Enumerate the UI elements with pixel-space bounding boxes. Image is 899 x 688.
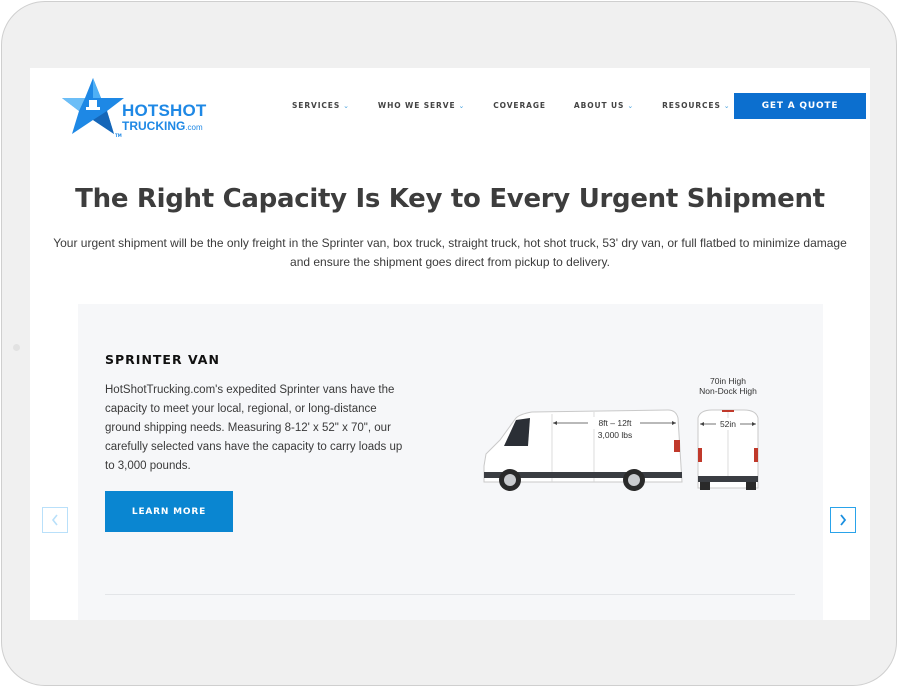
height-label-line2: Non-Dock High xyxy=(699,386,757,396)
width-label: 52in xyxy=(719,419,737,429)
length-label: 8ft – 12ft xyxy=(598,418,632,428)
page-title: The Right Capacity Is Key to Every Urgen… xyxy=(75,184,825,214)
star-logo-icon xyxy=(62,78,124,134)
learn-more-button[interactable]: LEARN MORE xyxy=(105,491,233,532)
carousel-prev-button[interactable] xyxy=(42,507,68,533)
logo-wordmark: HOTSHOT TRUCKING.com xyxy=(122,102,207,132)
logo-line2: TRUCKING.com xyxy=(122,120,207,132)
chevron-down-icon: ⌄ xyxy=(627,101,635,110)
height-label: 70in High Non-Dock High xyxy=(688,376,768,396)
site-logo[interactable]: TM HOTSHOT TRUCKING.com xyxy=(62,78,222,138)
nav-item-resources[interactable]: RESOURCES ⌄ xyxy=(662,101,730,110)
slide-divider xyxy=(105,594,795,595)
nav-item-services[interactable]: SERVICES ⌄ xyxy=(292,101,350,110)
sprinter-van-image: 8ft – 12ft 3,000 lbs 52in 70in High Non-… xyxy=(482,376,772,508)
van-illustration xyxy=(483,409,759,491)
logo-line2-text: TRUCKING xyxy=(122,119,186,133)
slide-title: SPRINTER VAN xyxy=(105,352,220,367)
chevron-down-icon: ⌄ xyxy=(458,101,466,110)
nav-label: SERVICES xyxy=(292,101,341,110)
carousel-slide: SPRINTER VAN HotShotTrucking.com's exped… xyxy=(78,304,823,620)
nav-item-coverage[interactable]: COVERAGE xyxy=(493,101,546,110)
logo-line1: HOTSHOT xyxy=(122,101,207,120)
chevron-right-icon xyxy=(840,514,847,526)
hero-subtitle: Your urgent shipment will be the only fr… xyxy=(50,234,850,272)
chevron-left-icon xyxy=(51,514,58,526)
nav-item-who-we-serve[interactable]: WHO WE SERVE ⌄ xyxy=(378,101,465,110)
slide-description: HotShotTrucking.com's expedited Sprinter… xyxy=(105,384,403,472)
chevron-down-icon: ⌄ xyxy=(723,101,731,110)
nav-label: WHO WE SERVE xyxy=(377,101,456,110)
browser-viewport: TM HOTSHOT TRUCKING.com SERVICES ⌄ WHO WE… xyxy=(30,68,870,620)
nav-item-about-us[interactable]: ABOUT US ⌄ xyxy=(574,101,634,110)
nav-label: ABOUT US xyxy=(573,101,625,110)
height-label-line1: 70in High xyxy=(710,376,746,386)
carousel-next-button[interactable] xyxy=(830,507,856,533)
chevron-down-icon: ⌄ xyxy=(343,101,350,110)
get-a-quote-button[interactable]: GET A QUOTE xyxy=(734,93,866,119)
nav-label: RESOURCES xyxy=(662,101,721,110)
main-nav: SERVICES ⌄ WHO WE SERVE ⌄ COVERAGE ABOUT U… xyxy=(292,101,759,110)
nav-label: COVERAGE xyxy=(493,101,546,110)
hero-subtitle-line2: and ensure the shipment goes direct from… xyxy=(290,255,610,269)
logo-dotcom: .com xyxy=(185,123,203,132)
camera-dot xyxy=(13,344,20,351)
hero-subtitle-line1: Your urgent shipment will be the only fr… xyxy=(53,236,847,250)
trademark-mark: TM xyxy=(115,133,122,138)
weight-label: 3,000 lbs xyxy=(597,430,633,440)
